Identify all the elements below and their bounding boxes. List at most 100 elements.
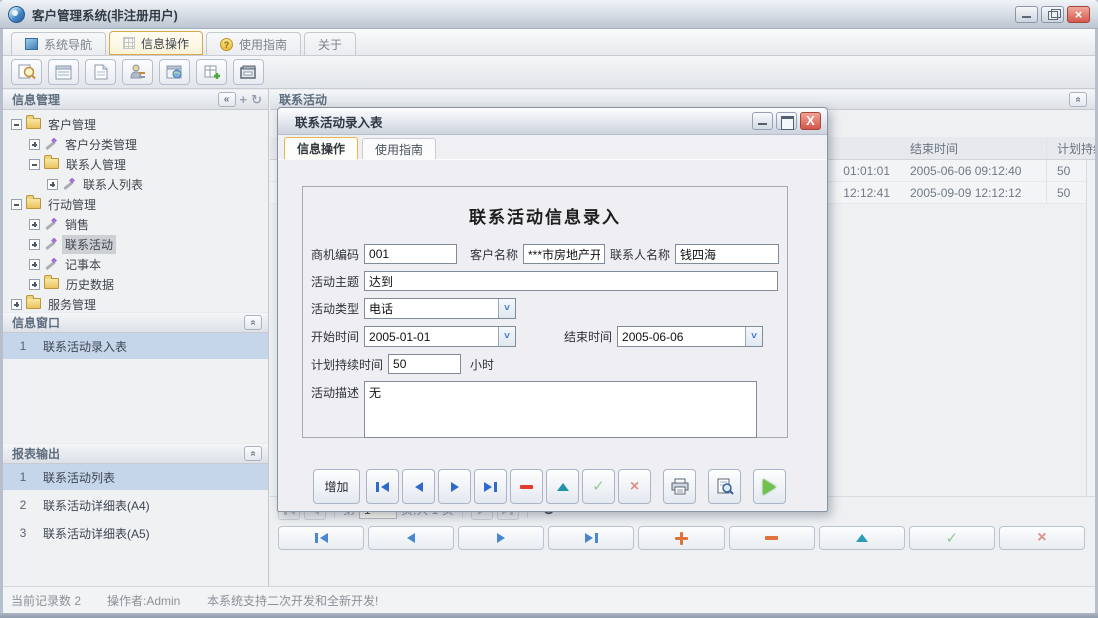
print-button[interactable] [663,469,696,504]
expand-node-icon[interactable] [47,179,58,190]
window-frame-bottom [0,613,1098,618]
expand-node-icon[interactable] [29,279,40,290]
form-view-button[interactable] [48,59,79,85]
run-icon [763,479,776,495]
print-icon [671,478,689,495]
collapse-node-icon[interactable] [11,199,22,210]
execute-button[interactable] [753,469,786,504]
report-output-panel-header: 报表输出 « [3,443,268,464]
collapse-node-icon[interactable] [29,159,40,170]
nav-next-button[interactable] [458,526,544,550]
print-preview-button[interactable] [708,469,741,504]
record-delete-button[interactable] [510,469,543,504]
tool-icon [44,258,58,271]
activity-type-select[interactable]: 电话 ˅ [364,298,516,319]
expand-node-icon[interactable] [29,139,40,150]
list-item[interactable]: 1 联系活动列表 [3,464,268,492]
collapse-node-icon[interactable] [11,119,22,130]
expand-node-icon[interactable] [11,299,22,310]
end-time-select[interactable]: 2005-06-06 ˅ [617,326,763,347]
contact-name-input[interactable] [675,244,779,264]
expand-node-icon[interactable] [29,219,40,230]
minimize-button[interactable] [1015,6,1038,23]
nav-cancel-button[interactable]: × [999,526,1085,550]
tab-system-nav[interactable]: 系统导航 [11,32,106,55]
folder-icon [26,298,41,309]
tab-user-guide[interactable]: ? 使用指南 [206,32,301,55]
list-item[interactable]: 2 联系活动详细表(A4) [3,492,268,520]
record-next-button[interactable] [438,469,471,504]
tab-info-operation[interactable]: 信息操作 [109,31,203,55]
tree-item-sales[interactable]: 销售 [3,214,268,234]
close-window-button[interactable] [233,59,264,85]
chevron-down-icon[interactable]: ˅ [498,299,515,318]
tree-item-contact-manage[interactable]: 联系人管理 [3,154,268,174]
record-first-button[interactable] [366,469,399,504]
tree-item-contact-activity[interactable]: 联系活动 [3,234,268,254]
search-button[interactable] [11,59,42,85]
nav-delete-button[interactable] [729,526,815,550]
contact-activity-entry-dialog: 联系活动录入表 X 信息操作 使用指南 联系活动信息录入 商机编码 客户名称 联… [277,107,828,512]
tree-item-customer-manage[interactable]: 客户管理 [3,114,268,134]
restore-button[interactable] [1041,6,1064,23]
record-nav-bar: ✓ × [278,526,1085,550]
opportunity-code-input[interactable] [364,244,457,264]
dialog-maximize-button[interactable] [776,112,797,130]
tree-item-notebook[interactable]: 记事本 [3,254,268,274]
status-bar: 当前记录数 2 操作者:Admin 本系统支持二次开发和全新开发! [3,586,1095,613]
record-count-status: 当前记录数 2 [11,592,107,609]
nav-first-button[interactable] [278,526,364,550]
expand-node-icon[interactable] [29,239,40,250]
new-document-button[interactable] [85,59,116,85]
window-view-button[interactable] [159,59,190,85]
nav-edit-button[interactable] [819,526,905,550]
grid-icon [123,37,135,49]
tree-item-history-data[interactable]: 历史数据 [3,274,268,294]
expand-node-icon[interactable] [29,259,40,270]
tree-item-contact-list[interactable]: 联系人列表 [3,174,268,194]
collapse-up-icon[interactable]: « [244,446,262,461]
user-manage-button[interactable] [122,59,153,85]
main-tab-bar: 系统导航 信息操作 ? 使用指南 关于 [3,29,1095,56]
list-item[interactable]: 3 联系活动详细表(A5) [3,520,268,548]
activity-subject-input[interactable] [364,271,778,291]
tree-item-action-manage[interactable]: 行动管理 [3,194,268,214]
record-last-button[interactable] [474,469,507,504]
column-planned-duration[interactable]: 计划持续时间 [1047,137,1095,159]
nav-confirm-button[interactable]: ✓ [909,526,995,550]
record-edit-button[interactable] [546,469,579,504]
collapse-up-icon[interactable]: « [244,315,262,330]
table-add-button[interactable] [196,59,227,85]
nav-add-button[interactable] [638,526,724,550]
add-button[interactable]: 增加 [313,469,360,504]
nav-prev-button[interactable] [368,526,454,550]
folder-icon [44,278,59,289]
record-prev-button[interactable] [402,469,435,504]
record-cancel-button[interactable]: × [618,469,651,504]
status-message: 本系统支持二次开发和全新开发! [207,592,378,609]
tree-item-service-manage[interactable]: 服务管理 [3,294,268,314]
planned-duration-input[interactable] [388,354,461,374]
column-end-time[interactable]: 结束时间 [900,137,1047,159]
dialog-minimize-button[interactable] [752,112,773,130]
start-time-select[interactable]: 2005-01-01 ˅ [364,326,516,347]
collapse-up-icon[interactable]: « [1069,92,1087,107]
dialog-tab-info-operation[interactable]: 信息操作 [284,137,358,159]
nav-last-button[interactable] [548,526,634,550]
list-item[interactable]: 1 联系活动录入表 [3,333,268,361]
close-window-icon [240,65,257,79]
activity-description-textarea[interactable]: 无 [364,381,757,438]
folder-icon [26,118,41,129]
chevron-down-icon[interactable]: ˅ [745,327,762,346]
close-button[interactable]: × [1067,6,1090,23]
record-confirm-button[interactable]: ✓ [582,469,615,504]
dialog-tab-user-guide[interactable]: 使用指南 [362,138,436,159]
chevron-down-icon[interactable]: ˅ [498,327,515,346]
plus-icon[interactable]: + [240,92,248,107]
tab-about[interactable]: 关于 [304,32,356,55]
tree-item-customer-category[interactable]: 客户分类管理 [3,134,268,154]
dialog-close-button[interactable]: X [800,112,821,130]
refresh-icon[interactable]: ↻ [251,92,262,107]
customer-name-input[interactable] [523,244,605,264]
collapse-left-icon[interactable]: « [218,92,236,107]
